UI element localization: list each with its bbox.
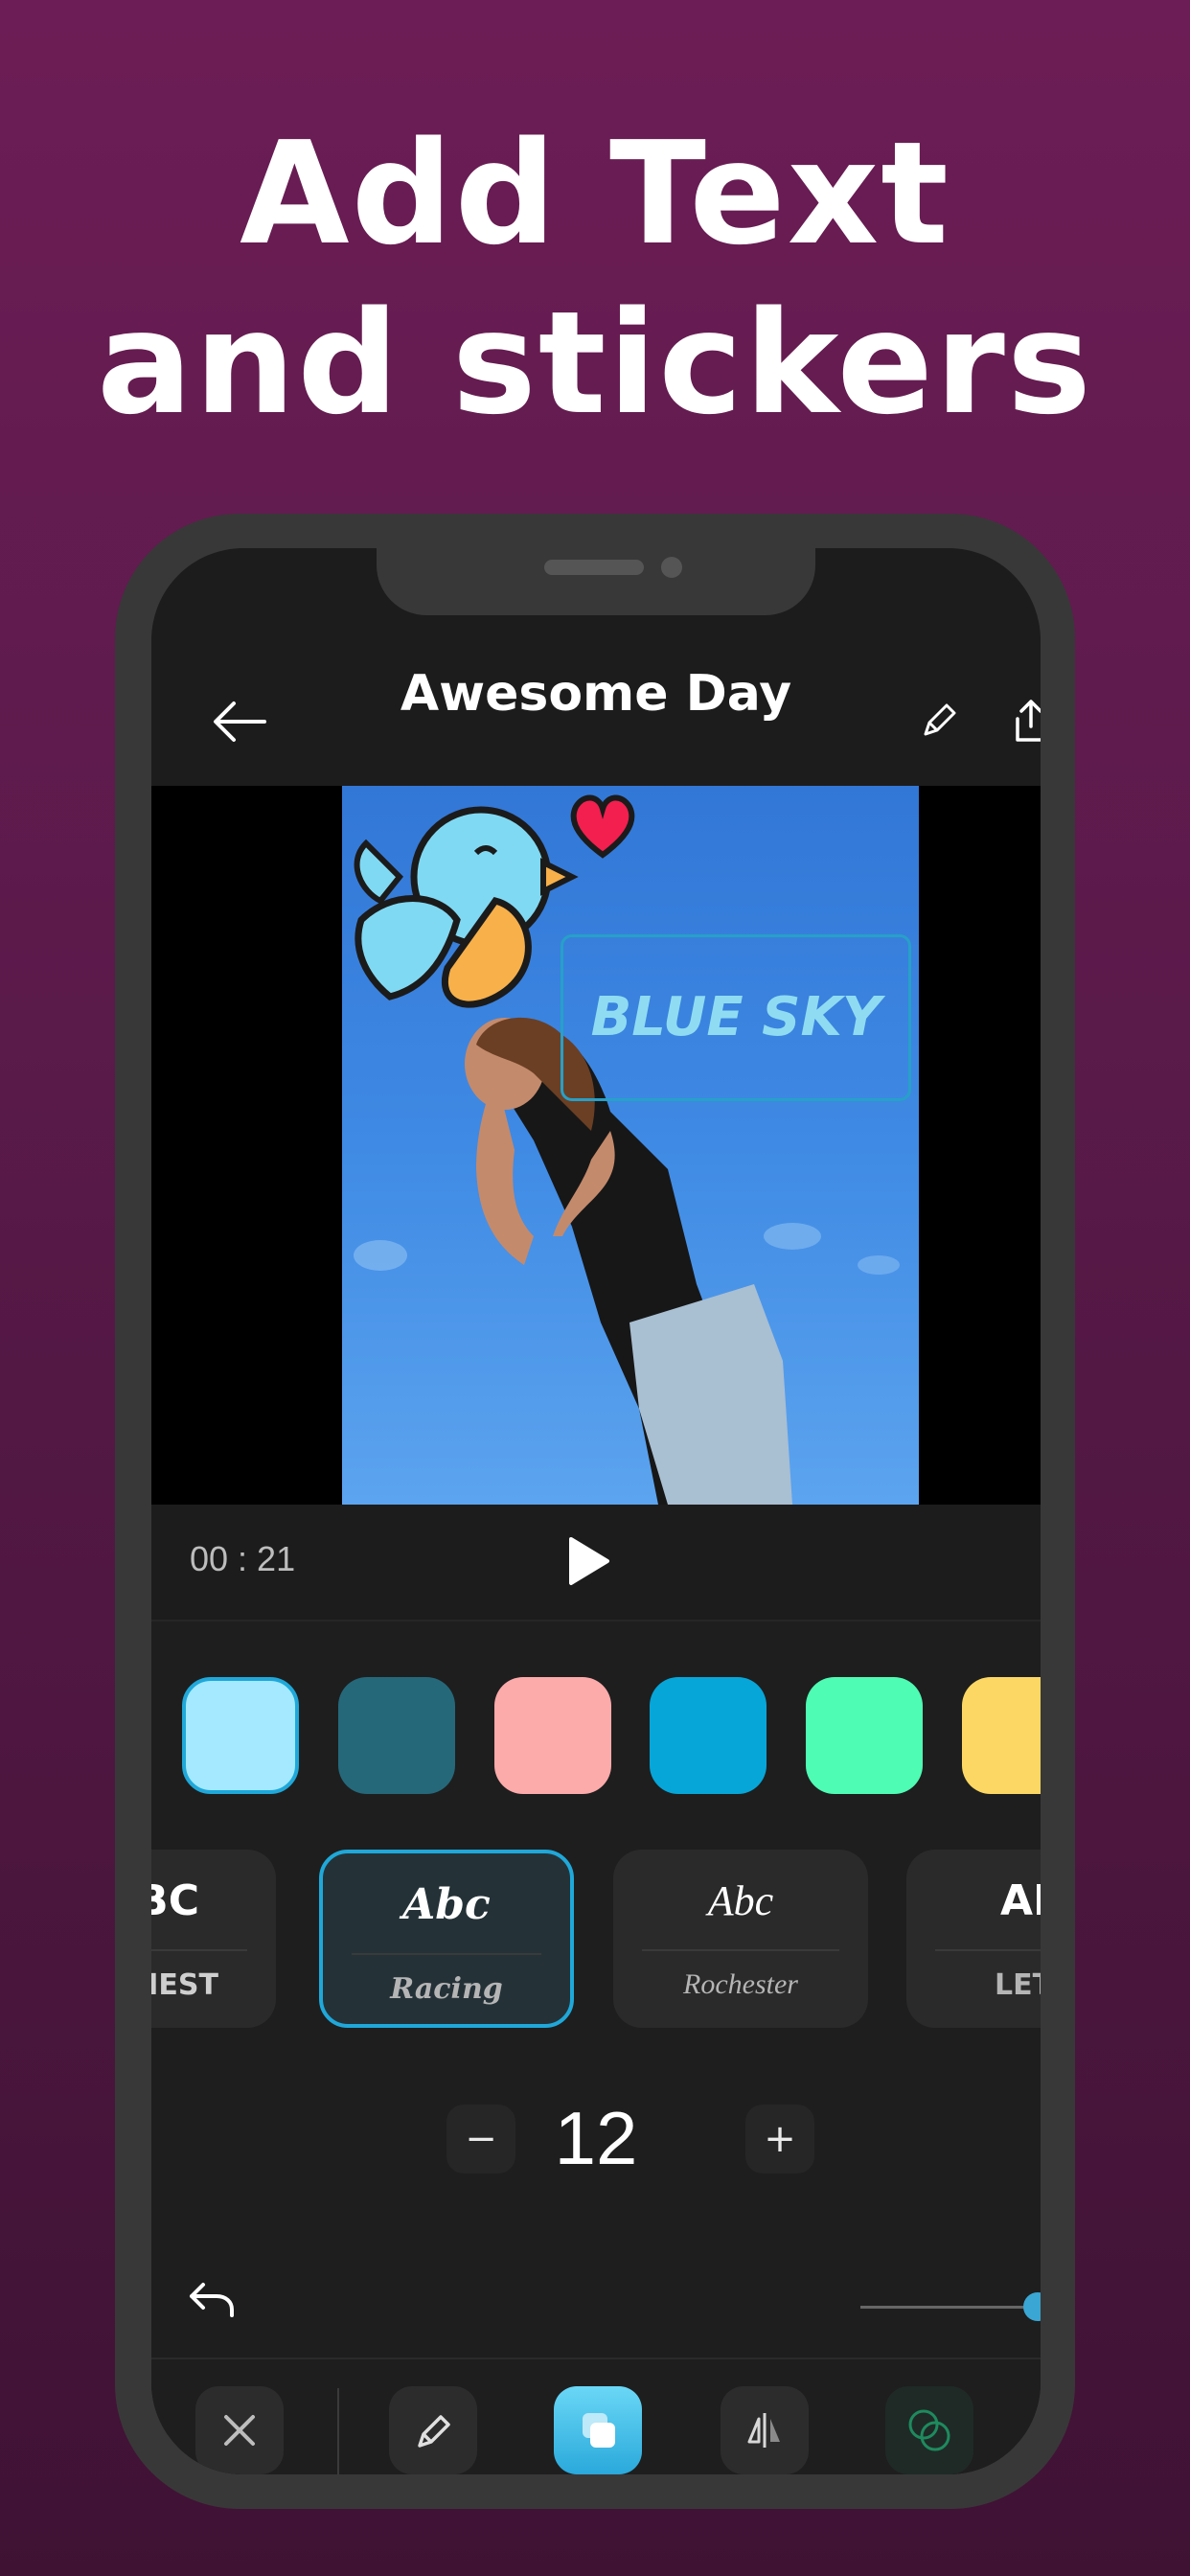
undo-icon[interactable]: [186, 2277, 236, 2319]
font-divider: [352, 1953, 541, 1955]
color-swatch[interactable]: [650, 1677, 767, 1794]
headline-line-1: Add Text: [240, 111, 950, 276]
color-swatch[interactable]: [962, 1677, 1041, 1794]
font-option-selected[interactable]: Abc Racing: [319, 1850, 574, 2028]
back-arrow-icon[interactable]: [211, 698, 268, 746]
notch: [377, 548, 815, 615]
color-swatch[interactable]: [494, 1677, 611, 1794]
camera: [661, 557, 682, 578]
color-swatch[interactable]: [338, 1677, 455, 1794]
flip-button[interactable]: [721, 2386, 809, 2474]
bird-sticker[interactable]: [342, 786, 582, 1025]
layers-button[interactable]: [554, 2386, 642, 2474]
speaker: [544, 560, 644, 575]
toolbar-divider: [337, 2388, 339, 2474]
font-name: Rochester: [683, 1968, 798, 2000]
color-swatch[interactable]: [182, 1677, 299, 1794]
font-name: Racing: [390, 1972, 503, 2006]
heart-sticker[interactable]: [564, 786, 641, 862]
play-icon[interactable]: [567, 1535, 611, 1587]
blend-button[interactable]: [885, 2386, 973, 2474]
blend-icon: [908, 2409, 950, 2451]
layers-icon: [583, 2413, 615, 2448]
close-icon: [224, 2415, 255, 2446]
font-option[interactable]: BC IEST: [151, 1850, 276, 2028]
font-sample: Abc: [707, 1877, 774, 1924]
font-sample: Abc: [402, 1880, 491, 1929]
share-icon[interactable]: [1012, 698, 1041, 746]
playback-time: 00 : 21: [190, 1539, 296, 1578]
font-option[interactable]: Abc Rochester: [613, 1850, 868, 2028]
font-option[interactable]: AB LETT: [906, 1850, 1041, 2028]
font-divider: [935, 1949, 1041, 1951]
close-button[interactable]: [195, 2386, 284, 2474]
video-preview[interactable]: BLUE SKY: [151, 786, 1041, 1505]
font-size-value: 12: [554, 2096, 638, 2180]
flip-icon: [747, 2413, 780, 2448]
font-name: LETT: [995, 1968, 1041, 2002]
phone-screen: Awesome Day BLUE SKY 00: 21 BC IEST Abc…: [151, 548, 1041, 2474]
text-sticker[interactable]: BLUE SKY: [563, 937, 908, 1098]
project-title[interactable]: Awesome Day: [151, 665, 1041, 723]
text-sticker-box[interactable]: BLUE SKY: [561, 934, 911, 1101]
pencil-icon: [418, 2415, 450, 2448]
font-divider: [642, 1949, 839, 1951]
font-name: IEST: [151, 1968, 218, 2002]
photo-canvas[interactable]: BLUE SKY: [342, 786, 919, 1505]
font-divider: [151, 1949, 247, 1951]
increase-size-button[interactable]: +: [745, 2104, 814, 2174]
opacity-slider-track[interactable]: [860, 2306, 1041, 2309]
pencil-icon[interactable]: [918, 700, 960, 742]
font-sample: BC: [151, 1876, 199, 1925]
font-sample: AB: [1000, 1876, 1041, 1925]
headline-line-2: and stickers: [97, 281, 1093, 446]
edit-button[interactable]: [389, 2386, 477, 2474]
color-swatch[interactable]: [806, 1677, 923, 1794]
